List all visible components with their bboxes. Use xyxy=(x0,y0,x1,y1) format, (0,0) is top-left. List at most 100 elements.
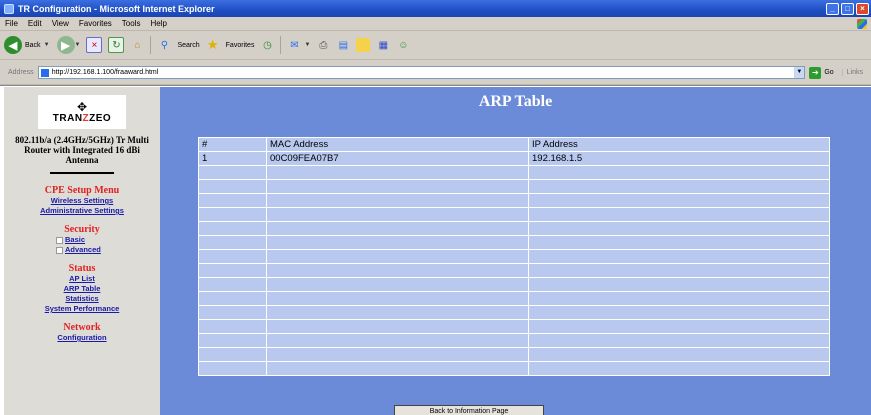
menu-file[interactable]: File xyxy=(0,19,23,28)
column-header-index: # xyxy=(198,137,267,152)
sidebar-link-arp-table[interactable]: ARP Table xyxy=(4,284,160,294)
cell-index xyxy=(198,193,267,208)
go-arrow-icon[interactable]: ➔ xyxy=(809,66,822,79)
favorites-star-icon[interactable]: ★ xyxy=(206,37,220,52)
cell-ip-address xyxy=(528,319,830,334)
address-dropdown-icon[interactable]: ▼ xyxy=(794,67,805,78)
cell-ip-address xyxy=(528,277,830,292)
page-icon xyxy=(40,68,49,77)
folder-icon[interactable] xyxy=(356,38,371,52)
cell-ip-address xyxy=(528,361,830,376)
sidebar-link-statistics[interactable]: Statistics xyxy=(4,294,160,304)
cell-index xyxy=(198,249,267,264)
menu-favorites[interactable]: Favorites xyxy=(74,19,117,28)
refresh-icon[interactable]: ↻ xyxy=(108,37,125,53)
window-title: TR Configuration - Microsoft Internet Ex… xyxy=(18,3,215,14)
address-label: Address xyxy=(8,69,34,76)
search-icon[interactable]: ⚲ xyxy=(157,38,171,52)
history-icon[interactable]: ◷ xyxy=(260,38,274,52)
cell-index xyxy=(198,263,267,278)
favorites-label[interactable]: Favorites xyxy=(226,42,255,49)
back-arrow-icon[interactable]: ◀ xyxy=(4,36,22,54)
bullet-icon xyxy=(56,236,63,244)
cell-ip-address xyxy=(528,165,830,180)
cell-mac-address: 00C09FEA07B7 xyxy=(266,151,529,166)
maximize-button[interactable]: □ xyxy=(841,2,854,15)
back-label[interactable]: Back xyxy=(25,42,41,49)
print-icon[interactable]: ⎙ xyxy=(316,38,330,52)
cell-index xyxy=(198,347,267,362)
sidebar-link-wireless-settings[interactable]: Wireless Settings xyxy=(4,196,160,206)
cell-ip-address xyxy=(528,305,830,320)
cell-index xyxy=(198,235,267,250)
cell-index xyxy=(198,207,267,222)
address-url[interactable]: http://192.168.1.100/fraaward.html xyxy=(52,69,159,76)
cell-ip-address xyxy=(528,291,830,306)
forward-arrow-icon[interactable]: ▶ xyxy=(56,36,75,54)
menu-help[interactable]: Help xyxy=(145,19,171,28)
cell-mac-address xyxy=(266,361,529,376)
cell-mac-address xyxy=(266,277,529,292)
cell-mac-address xyxy=(266,333,529,348)
sidebar-link-administrative-settings[interactable]: Administrative Settings xyxy=(4,206,160,216)
back-dropdown-icon[interactable]: ▼ xyxy=(44,42,50,48)
minimize-button[interactable]: _ xyxy=(826,2,839,15)
cell-mac-address xyxy=(266,207,529,222)
links-button[interactable]: Links xyxy=(841,69,863,76)
table-row xyxy=(198,263,830,278)
address-input[interactable]: http://192.168.1.100/fraaward.html ▼ xyxy=(37,66,806,79)
table-row xyxy=(198,333,830,348)
menu-view[interactable]: View xyxy=(47,19,74,28)
forward-dropdown-icon[interactable]: ▼ xyxy=(75,42,81,48)
menu-edit[interactable]: Edit xyxy=(23,19,47,28)
cell-mac-address xyxy=(266,221,529,236)
table-row xyxy=(198,179,830,194)
window-titlebar: TR Configuration - Microsoft Internet Ex… xyxy=(0,0,871,17)
messenger-icon[interactable]: ☺ xyxy=(396,38,410,52)
brand-logo: ✥ TRANZZEO xyxy=(38,95,126,129)
mail-icon[interactable]: ✉ xyxy=(287,38,301,52)
device-description: 802.11b/a (2.4GHz/5GHz) Tr Multi Router … xyxy=(15,135,149,165)
arp-table: # MAC Address IP Address 1 00C09FEA07B7 19… xyxy=(198,137,830,376)
table-row: 1 00C09FEA07B7 192.168.1.5 xyxy=(198,151,830,166)
cell-index xyxy=(198,277,267,292)
sidebar-link-advanced[interactable]: Advanced xyxy=(56,245,160,255)
cell-index xyxy=(198,165,267,180)
table-row xyxy=(198,305,830,320)
mail-dropdown-icon[interactable]: ▼ xyxy=(304,42,310,48)
sidebar-link-ap-list[interactable]: AP List xyxy=(4,274,160,284)
cell-mac-address xyxy=(266,347,529,362)
ie-app-icon xyxy=(4,3,14,14)
cell-mac-address xyxy=(266,263,529,278)
main-panel: ARP Table # MAC Address IP Address 1 00C0… xyxy=(160,87,871,415)
go-button[interactable]: Go xyxy=(824,69,833,76)
discuss-icon[interactable]: ▦ xyxy=(376,38,390,52)
cell-mac-address xyxy=(266,305,529,320)
search-label[interactable]: Search xyxy=(177,42,199,49)
home-icon[interactable]: ⌂ xyxy=(130,38,144,52)
cell-mac-address xyxy=(266,179,529,194)
cell-index xyxy=(198,319,267,334)
menu-bar: File Edit View Favorites Tools Help xyxy=(0,17,871,31)
stop-icon[interactable]: × xyxy=(86,37,103,53)
table-row xyxy=(198,319,830,334)
cell-mac-address xyxy=(266,291,529,306)
sidebar-link-system-performance[interactable]: System Performance xyxy=(4,304,160,314)
cell-index xyxy=(198,221,267,236)
table-row xyxy=(198,291,830,306)
toolbar-separator xyxy=(150,36,152,54)
browser-toolbar: ◀ Back ▼ ▶ ▼ × ↻ ⌂ ⚲ Search ★ Favorites … xyxy=(0,31,871,60)
menu-tools[interactable]: Tools xyxy=(117,19,146,28)
close-button[interactable]: × xyxy=(856,2,869,15)
cell-ip-address xyxy=(528,221,830,236)
cell-mac-address xyxy=(266,235,529,250)
sidebar-link-configuration[interactable]: Configuration xyxy=(4,333,160,343)
windows-logo-icon xyxy=(857,18,867,29)
table-row xyxy=(198,347,830,362)
network-title: Network xyxy=(63,322,101,333)
cell-index xyxy=(198,291,267,306)
sidebar-link-basic[interactable]: Basic xyxy=(56,235,160,245)
edit-icon[interactable]: ▤ xyxy=(336,38,350,52)
cell-ip-address xyxy=(528,235,830,250)
table-row xyxy=(198,249,830,264)
